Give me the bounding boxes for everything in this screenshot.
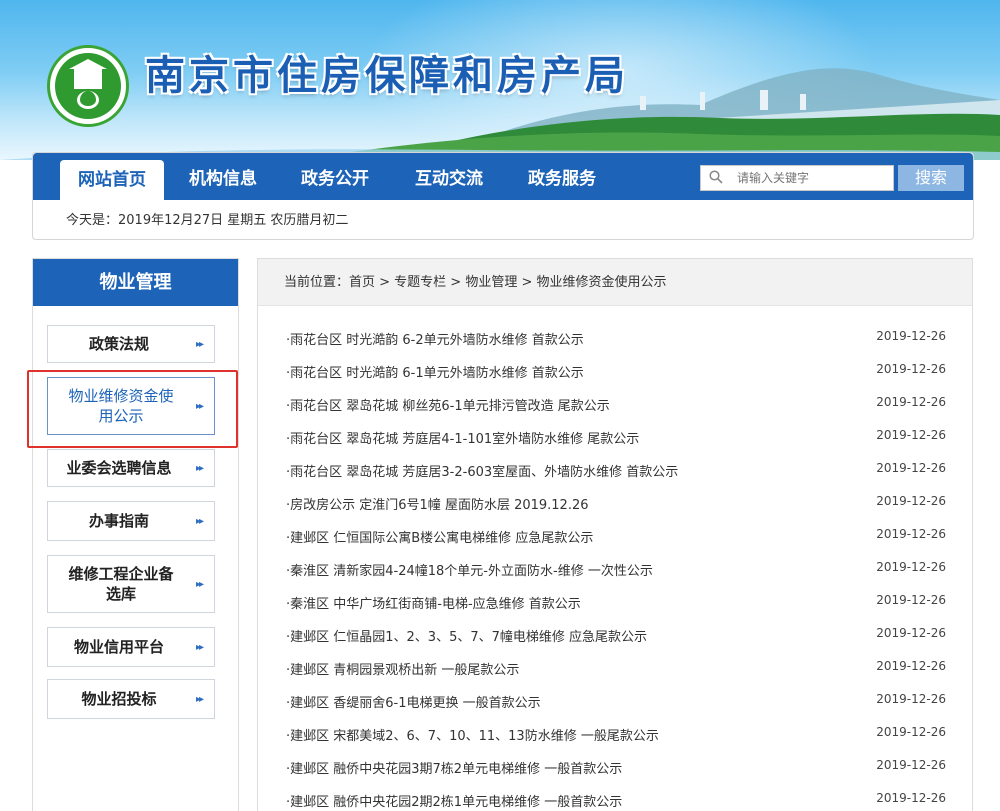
sidebar-item-label: 业委会选聘信息 [66, 459, 172, 477]
notice-date: 2019-12-26 [876, 659, 946, 673]
list-item[interactable]: ·建邺区 青桐园景观桥出新 一般尾款公示 2019-12-26 [286, 659, 946, 681]
notice-date: 2019-12-26 [876, 758, 946, 772]
notice-title[interactable]: ·建邺区 青桐园景观桥出新 一般尾款公示 [286, 659, 519, 678]
nav-government-affairs[interactable]: 政务公开 [301, 153, 369, 200]
notice-title[interactable]: ·雨花台区 翠岛花城 芳庭居3-2-603室屋面、外墙防水维修 首款公示 [286, 461, 678, 480]
list-item[interactable]: ·建邺区 仁恒晶园1、2、3、5、7、7幢电梯维修 应急尾款公示 2019-12-… [286, 626, 946, 648]
list-item[interactable]: ·雨花台区 时光澔韵 6-2单元外墙防水维修 首款公示 2019-12-26 [286, 329, 946, 351]
list-item[interactable]: ·雨花台区 翠岛花城 柳丝苑6-1单元排污管改造 尾款公示 2019-12-26 [286, 395, 946, 417]
notice-title[interactable]: ·秦淮区 中华广场红街商铺-电梯-应急维修 首款公示 [286, 593, 581, 612]
sidebar-item-label: 物业信用平台 [73, 638, 164, 656]
logo-emblem-icon [55, 53, 121, 119]
notice-date: 2019-12-26 [876, 329, 946, 343]
sidebar-item-contractor-pool[interactable]: 维修工程企业备选库 ▸▸ [47, 555, 215, 613]
notice-date: 2019-12-26 [876, 461, 946, 475]
nav-home[interactable]: 网站首页 [60, 160, 164, 200]
search-icon [709, 170, 723, 184]
notice-title[interactable]: ·建邺区 仁恒国际公寓B楼公寓电梯维修 应急尾款公示 [286, 527, 593, 546]
notice-title[interactable]: ·建邺区 香缇丽舍6-1电梯更换 一般首款公示 [286, 692, 541, 711]
sidebar: 物业管理 政策法规 ▸▸ 物业维修资金使用公示 ▸▸ 业委会选聘信息 ▸▸ 办事… [32, 258, 239, 811]
list-item[interactable]: ·建邺区 融侨中央花园3期7栋2单元电梯维修 一般首款公示 2019-12-26 [286, 758, 946, 780]
notice-title[interactable]: ·雨花台区 时光澔韵 6-1单元外墙防水维修 首款公示 [286, 362, 584, 381]
notice-title[interactable]: ·房改房公示 定淮门6号1幢 屋面防水层 2019.12.26 [286, 494, 589, 513]
search-button[interactable]: 搜索 [898, 165, 964, 191]
sidebar-item-label: 物业招投标 [81, 690, 157, 708]
notice-date: 2019-12-26 [876, 362, 946, 376]
notice-title[interactable]: ·建邺区 融侨中央花园2期2栋1单元电梯维修 一般首款公示 [286, 791, 622, 810]
notice-date: 2019-12-26 [876, 494, 946, 508]
highlight-annotation [27, 370, 238, 448]
notice-title[interactable]: ·雨花台区 翠岛花城 柳丝苑6-1单元排污管改造 尾款公示 [286, 395, 610, 414]
list-item[interactable]: ·建邺区 融侨中央花园2期2栋1单元电梯维修 一般首款公示 2019-12-26 [286, 791, 946, 811]
list-item[interactable]: ·秦淮区 中华广场红街商铺-电梯-应急维修 首款公示 2019-12-26 [286, 593, 946, 615]
double-arrow-icon: ▸▸ [195, 641, 204, 653]
sidebar-item-credit-platform[interactable]: 物业信用平台 ▸▸ [47, 627, 215, 667]
notice-date: 2019-12-26 [876, 527, 946, 541]
sidebar-item-guide[interactable]: 办事指南 ▸▸ [47, 501, 215, 541]
sidebar-item-label: 办事指南 [88, 512, 149, 530]
double-arrow-icon: ▸▸ [195, 338, 204, 350]
notice-date: 2019-12-26 [876, 560, 946, 574]
double-arrow-icon: ▸▸ [195, 462, 204, 474]
list-item[interactable]: ·建邺区 宋都美域2、6、7、10、11、13防水维修 一般尾款公示 2019-1… [286, 725, 946, 747]
list-item[interactable]: ·雨花台区 翠岛花城 芳庭居3-2-603室屋面、外墙防水维修 首款公示 2019… [286, 461, 946, 483]
notice-title[interactable]: ·雨花台区 时光澔韵 6-2单元外墙防水维修 首款公示 [286, 329, 584, 348]
list-item[interactable]: ·雨花台区 翠岛花城 芳庭居4-1-101室外墙防水维修 尾款公示 2019-12… [286, 428, 946, 450]
notice-date: 2019-12-26 [876, 626, 946, 640]
notice-date: 2019-12-26 [876, 791, 946, 805]
site-title: 南京市住房保障和房产局 [145, 52, 629, 99]
double-arrow-icon: ▸▸ [195, 578, 204, 590]
site-header: 南京市住房保障和房产局 [0, 0, 1000, 160]
search-input[interactable] [737, 169, 887, 187]
nav-services[interactable]: 政务服务 [528, 153, 596, 200]
notice-date: 2019-12-26 [876, 428, 946, 442]
sidebar-item-policy[interactable]: 政策法规 ▸▸ [47, 325, 215, 363]
breadcrumb: 当前位置：首页 > 专题专栏 > 物业管理 > 物业维修资金使用公示 [258, 259, 972, 306]
sidebar-item-committee[interactable]: 业委会选聘信息 ▸▸ [47, 449, 215, 487]
list-item[interactable]: ·建邺区 仁恒国际公寓B楼公寓电梯维修 应急尾款公示 2019-12-26 [286, 527, 946, 549]
notice-title[interactable]: ·秦淮区 清新家园4-24幢18个单元-外立面防水-维修 一次性公示 [286, 560, 653, 579]
main-content: 当前位置：首页 > 专题专栏 > 物业管理 > 物业维修资金使用公示 ·雨花台区… [257, 258, 973, 811]
notice-date: 2019-12-26 [876, 692, 946, 706]
notice-date: 2019-12-26 [876, 395, 946, 409]
nav-container: 网站首页 机构信息 政务公开 互动交流 政务服务 搜索 今天是：2019年12月… [32, 152, 974, 240]
search-box [700, 165, 894, 191]
nav-organization[interactable]: 机构信息 [189, 153, 257, 200]
sidebar-item-label: 维修工程企业备选库 [68, 565, 174, 603]
notice-date: 2019-12-26 [876, 725, 946, 739]
nav-interaction[interactable]: 互动交流 [415, 153, 483, 200]
list-item[interactable]: ·秦淮区 清新家园4-24幢18个单元-外立面防水-维修 一次性公示 2019-1… [286, 560, 946, 582]
notice-title[interactable]: ·建邺区 融侨中央花园3期7栋2单元电梯维修 一般首款公示 [286, 758, 622, 777]
notice-title[interactable]: ·建邺区 仁恒晶园1、2、3、5、7、7幢电梯维修 应急尾款公示 [286, 626, 647, 645]
bureau-logo[interactable] [47, 45, 129, 127]
sidebar-item-label: 政策法规 [88, 335, 149, 353]
list-item[interactable]: ·建邺区 香缇丽舍6-1电梯更换 一般首款公示 2019-12-26 [286, 692, 946, 714]
notice-title[interactable]: ·建邺区 宋都美域2、6、7、10、11、13防水维修 一般尾款公示 [286, 725, 659, 744]
list-item[interactable]: ·雨花台区 时光澔韵 6-1单元外墙防水维修 首款公示 2019-12-26 [286, 362, 946, 384]
sidebar-title: 物业管理 [33, 259, 238, 306]
double-arrow-icon: ▸▸ [195, 515, 204, 527]
main-nav: 网站首页 机构信息 政务公开 互动交流 政务服务 搜索 [33, 153, 973, 200]
notice-title[interactable]: ·雨花台区 翠岛花城 芳庭居4-1-101室外墙防水维修 尾款公示 [286, 428, 639, 447]
notice-date: 2019-12-26 [876, 593, 946, 607]
sidebar-item-bidding[interactable]: 物业招投标 ▸▸ [47, 679, 215, 719]
double-arrow-icon: ▸▸ [195, 693, 204, 705]
list-item[interactable]: ·房改房公示 定淮门6号1幢 屋面防水层 2019.12.26 2019-12-2… [286, 494, 946, 516]
date-text: 今天是：2019年12月27日 星期五 农历腊月初二 [66, 213, 349, 228]
